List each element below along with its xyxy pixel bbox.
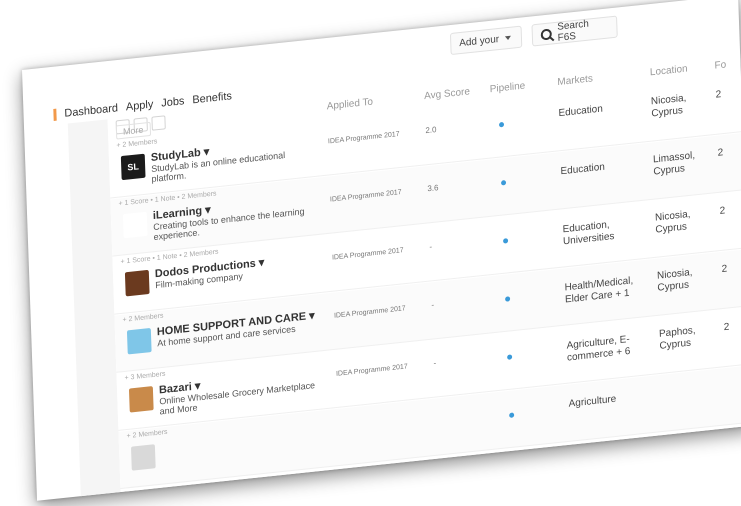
- pipeline-dot[interactable]: [505, 296, 511, 302]
- row-meta[interactable]: + 2 Members: [127, 429, 168, 440]
- location-value: Paphos, Cyprus: [658, 325, 696, 352]
- add-your-dropdown[interactable]: Add your: [449, 25, 523, 56]
- row-meta[interactable]: + 2 Members: [122, 313, 163, 324]
- avg-score-value: 3.6: [427, 183, 439, 194]
- applied-to-value: IDEA Programme 2017: [333, 305, 406, 320]
- main-table: More Applied To Avg Score Pipeline Marke…: [107, 52, 741, 501]
- company-logo[interactable]: [124, 269, 150, 297]
- chevron-down-icon: [504, 35, 512, 41]
- company-logo[interactable]: [130, 444, 156, 471]
- fo-value: 2: [717, 147, 724, 159]
- pipeline-dot[interactable]: [509, 412, 515, 418]
- pipeline-dot[interactable]: [507, 354, 513, 360]
- pipeline-dot[interactable]: [498, 121, 505, 128]
- avg-score-value: -: [431, 300, 435, 310]
- user-icon[interactable]: [151, 115, 166, 131]
- company-logo[interactable]: [122, 211, 148, 239]
- markets-value: Health/Medical, Elder Care + 1: [564, 275, 634, 306]
- applied-to-value: IDEA Programme 2017: [327, 130, 400, 146]
- location-value: Nicosia, Cyprus: [654, 208, 691, 236]
- applied-to-value: IDEA Programme 2017: [335, 363, 408, 378]
- markets-value: Agriculture, E-commerce + 6: [566, 333, 631, 364]
- company-description: [161, 438, 320, 455]
- avg-score-value: -: [433, 358, 437, 368]
- screenshot-paper: Dashboard Apply Jobs Benefits Add your S…: [22, 0, 741, 501]
- pipeline-dot[interactable]: [500, 180, 507, 186]
- header-markets[interactable]: Markets: [557, 73, 593, 88]
- company-logo[interactable]: [126, 327, 152, 355]
- nav-dashboard[interactable]: Dashboard: [64, 102, 118, 120]
- row-meta[interactable]: + 3 Members: [124, 371, 165, 382]
- markets-value: Education: [558, 103, 603, 120]
- nav-apply[interactable]: Apply: [126, 98, 154, 113]
- bulk-actions: More: [115, 115, 166, 140]
- markets-value: Education: [560, 161, 606, 178]
- search-label: Search F6S: [557, 18, 590, 44]
- markets-value: Education, Universities: [562, 219, 615, 248]
- location-value: Nicosia, Cyprus: [650, 92, 687, 120]
- company-logo[interactable]: SL: [120, 153, 146, 181]
- pipeline-dot[interactable]: [503, 238, 509, 244]
- nav-marker: [53, 108, 57, 121]
- add-your-label: Add your: [459, 33, 500, 49]
- header-avg-score[interactable]: Avg Score: [424, 86, 470, 102]
- fo-value: 2: [721, 263, 728, 275]
- avg-score-value: -: [429, 242, 433, 252]
- applied-to-value: IDEA Programme 2017: [329, 188, 402, 204]
- nav-jobs[interactable]: Jobs: [161, 95, 185, 109]
- fo-value: 2: [719, 205, 726, 217]
- fo-value: 2: [723, 321, 730, 334]
- location-value: Nicosia, Cyprus: [656, 267, 693, 294]
- page-scene: Dashboard Apply Jobs Benefits Add your S…: [22, 0, 741, 501]
- header-location[interactable]: Location: [650, 63, 688, 78]
- header-pipeline[interactable]: Pipeline: [490, 80, 526, 95]
- nav-benefits[interactable]: Benefits: [192, 90, 232, 106]
- fo-value: 2: [715, 89, 722, 101]
- markets-value: Agriculture: [568, 393, 617, 410]
- applied-to-value: IDEA Programme 2017: [331, 247, 404, 262]
- header-fo[interactable]: Fo: [714, 59, 726, 71]
- search-icon: [540, 27, 552, 41]
- header-applied-to[interactable]: Applied To: [327, 96, 374, 112]
- search-button[interactable]: Search F6S: [531, 15, 618, 47]
- avg-score-value: 2.0: [425, 124, 437, 136]
- location-value: [661, 381, 721, 387]
- row-meta[interactable]: + 2 Members: [116, 138, 157, 149]
- location-value: Limassol, Cyprus: [652, 150, 696, 178]
- company-logo[interactable]: [128, 386, 154, 413]
